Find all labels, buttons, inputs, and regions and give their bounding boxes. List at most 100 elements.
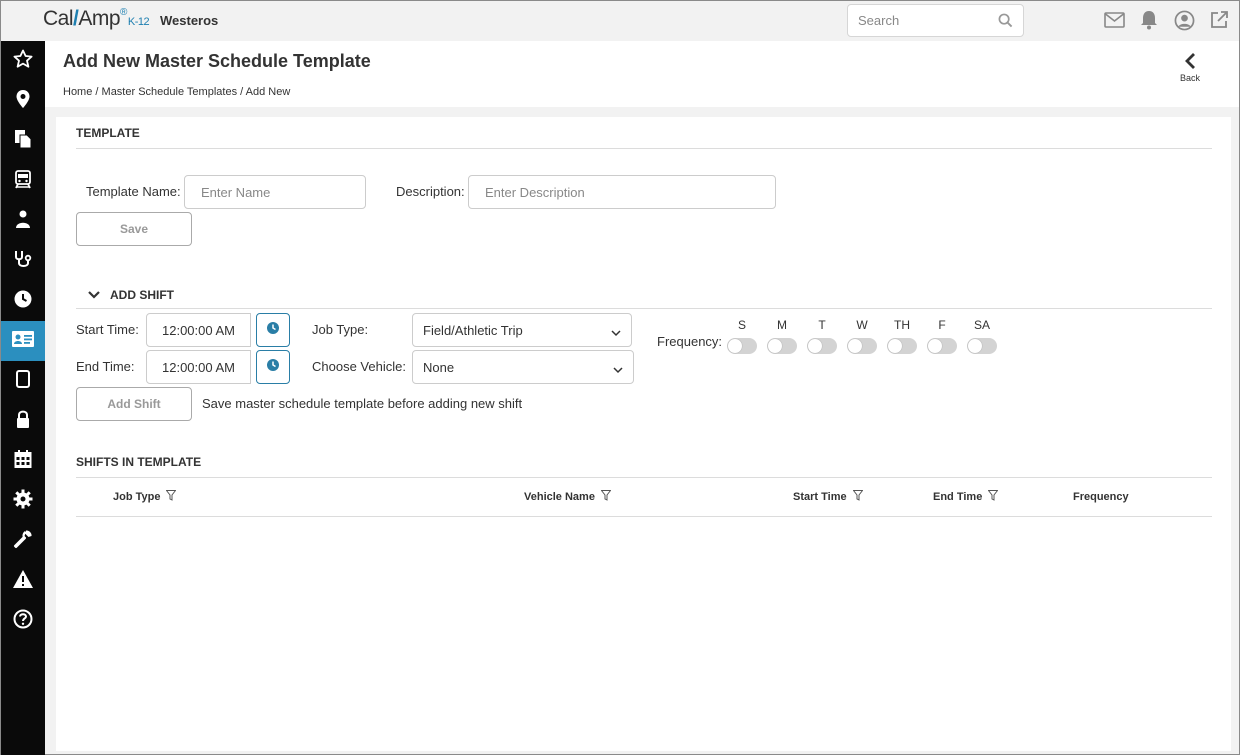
sidebar-item-documents[interactable] bbox=[1, 121, 45, 161]
sidebar-item-devices[interactable] bbox=[1, 361, 45, 401]
description-label: Description: bbox=[396, 184, 465, 199]
page-header: Add New Master Schedule Template Home / … bbox=[45, 41, 1239, 107]
bell-icon[interactable] bbox=[1138, 9, 1160, 31]
sidebar-item-master-schedule[interactable] bbox=[1, 321, 45, 361]
add-shift-section-toggle[interactable]: ADD SHIFT bbox=[88, 288, 174, 302]
documents-icon bbox=[13, 129, 33, 154]
start-time-input[interactable]: 12:00:00 AM bbox=[146, 313, 251, 347]
top-bar: Cal/Amp®K-12 Westeros bbox=[1, 1, 1239, 41]
day-toggle-thursday[interactable]: TH bbox=[887, 318, 917, 359]
help-icon bbox=[13, 609, 33, 634]
shifts-section-title: SHIFTS IN TEMPLATE bbox=[76, 455, 202, 469]
filter-icon[interactable] bbox=[165, 490, 178, 504]
divider bbox=[76, 148, 1212, 149]
start-time-label: Start Time: bbox=[76, 322, 139, 337]
lock-icon bbox=[15, 409, 31, 434]
column-header-vehicle-name[interactable]: Vehicle Name bbox=[524, 490, 612, 504]
day-toggle-wednesday[interactable]: W bbox=[847, 318, 877, 359]
toggle-switch[interactable] bbox=[767, 338, 797, 354]
toggle-switch[interactable] bbox=[807, 338, 837, 354]
external-link-icon[interactable] bbox=[1208, 9, 1230, 31]
calendar-icon bbox=[13, 449, 33, 474]
end-time-input[interactable]: 12:00:00 AM bbox=[146, 350, 251, 384]
sidebar-item-tools[interactable] bbox=[1, 521, 45, 561]
sidebar-item-time[interactable] bbox=[1, 281, 45, 321]
user-account-icon[interactable] bbox=[1173, 9, 1195, 31]
job-type-value: Field/Athletic Trip bbox=[423, 322, 523, 338]
filter-icon[interactable] bbox=[852, 490, 864, 504]
sidebar-item-locations[interactable] bbox=[1, 81, 45, 121]
back-label: Back bbox=[1179, 73, 1200, 83]
description-input[interactable] bbox=[468, 175, 776, 209]
toggle-switch[interactable] bbox=[887, 338, 917, 354]
day-toggle-sunday[interactable]: S bbox=[727, 318, 757, 359]
toggle-switch[interactable] bbox=[727, 338, 757, 354]
clock-icon bbox=[266, 358, 280, 377]
sidebar-item-health[interactable] bbox=[1, 241, 45, 281]
wrench-icon bbox=[13, 529, 33, 554]
clock-icon bbox=[13, 289, 33, 314]
add-shift-button[interactable]: Add Shift bbox=[76, 387, 192, 421]
sidebar-item-favorites[interactable] bbox=[1, 41, 45, 81]
toggle-switch[interactable] bbox=[927, 338, 957, 354]
day-toggle-tuesday[interactable]: T bbox=[807, 318, 837, 359]
divider bbox=[76, 477, 1212, 478]
start-time-picker-button[interactable] bbox=[256, 313, 290, 347]
toggle-switch[interactable] bbox=[967, 338, 997, 354]
filter-icon[interactable] bbox=[987, 490, 999, 504]
template-name-input[interactable] bbox=[184, 175, 366, 209]
sidebar-item-students[interactable] bbox=[1, 201, 45, 241]
bus-icon bbox=[14, 169, 32, 194]
template-section-title: TEMPLATE bbox=[76, 126, 140, 140]
page-title: Add New Master Schedule Template bbox=[63, 51, 371, 71]
back-button[interactable]: Back bbox=[1175, 51, 1205, 83]
breadcrumb-add-new: Add New bbox=[245, 86, 291, 98]
column-header-start-time[interactable]: Start Time bbox=[793, 490, 864, 504]
search-input[interactable] bbox=[848, 5, 988, 36]
breadcrumb-master-schedule-templates[interactable]: Master Schedule Templates bbox=[102, 86, 238, 98]
column-header-job-type[interactable]: Job Type bbox=[113, 490, 178, 504]
search-icon[interactable] bbox=[998, 13, 1013, 33]
day-toggle-friday[interactable]: F bbox=[927, 318, 957, 359]
organization-name: Westeros bbox=[160, 13, 219, 28]
sidebar-item-calendar[interactable] bbox=[1, 441, 45, 481]
id-card-icon bbox=[11, 330, 35, 353]
clock-icon bbox=[266, 321, 280, 340]
job-type-label: Job Type: bbox=[312, 322, 369, 337]
sidebar-item-help[interactable] bbox=[1, 601, 45, 641]
column-header-end-time[interactable]: End Time bbox=[933, 490, 999, 504]
student-icon bbox=[14, 209, 32, 234]
day-toggle-saturday[interactable]: SA bbox=[967, 318, 997, 359]
sidebar-item-security[interactable] bbox=[1, 401, 45, 441]
sidebar bbox=[1, 41, 45, 755]
stethoscope-icon bbox=[13, 249, 33, 274]
sidebar-item-alerts[interactable] bbox=[1, 561, 45, 601]
breadcrumb-home[interactable]: Home bbox=[63, 86, 92, 98]
warning-icon bbox=[12, 569, 34, 594]
end-time-picker-button[interactable] bbox=[256, 350, 290, 384]
chevron-down-icon bbox=[611, 325, 621, 340]
sidebar-item-transport[interactable] bbox=[1, 161, 45, 201]
day-toggle-monday[interactable]: M bbox=[767, 318, 797, 359]
map-pin-icon bbox=[15, 89, 31, 114]
column-header-frequency: Frequency bbox=[1073, 491, 1129, 503]
job-type-select[interactable]: Field/Athletic Trip bbox=[412, 313, 632, 347]
search-box[interactable] bbox=[847, 4, 1024, 37]
chevron-down-icon bbox=[88, 288, 100, 302]
vehicle-value: None bbox=[423, 359, 455, 375]
save-hint-text: Save master schedule template before add… bbox=[202, 396, 523, 411]
vehicle-select[interactable]: None bbox=[412, 350, 634, 384]
sidebar-item-settings[interactable] bbox=[1, 481, 45, 521]
frequency-label: Frequency: bbox=[657, 334, 723, 349]
star-icon bbox=[13, 49, 33, 74]
filter-icon[interactable] bbox=[600, 490, 612, 504]
toggle-switch[interactable] bbox=[847, 338, 877, 354]
save-button[interactable]: Save bbox=[76, 212, 192, 246]
calamp-logo[interactable]: Cal/Amp®K-12 bbox=[43, 7, 150, 31]
gear-icon bbox=[13, 489, 33, 514]
template-form-card: TEMPLATE Template Name: Description: Sav… bbox=[56, 117, 1231, 751]
tablet-icon bbox=[15, 369, 31, 394]
mail-icon[interactable] bbox=[1103, 9, 1125, 31]
end-time-label: End Time: bbox=[76, 359, 135, 374]
template-name-label: Template Name: bbox=[86, 184, 181, 199]
